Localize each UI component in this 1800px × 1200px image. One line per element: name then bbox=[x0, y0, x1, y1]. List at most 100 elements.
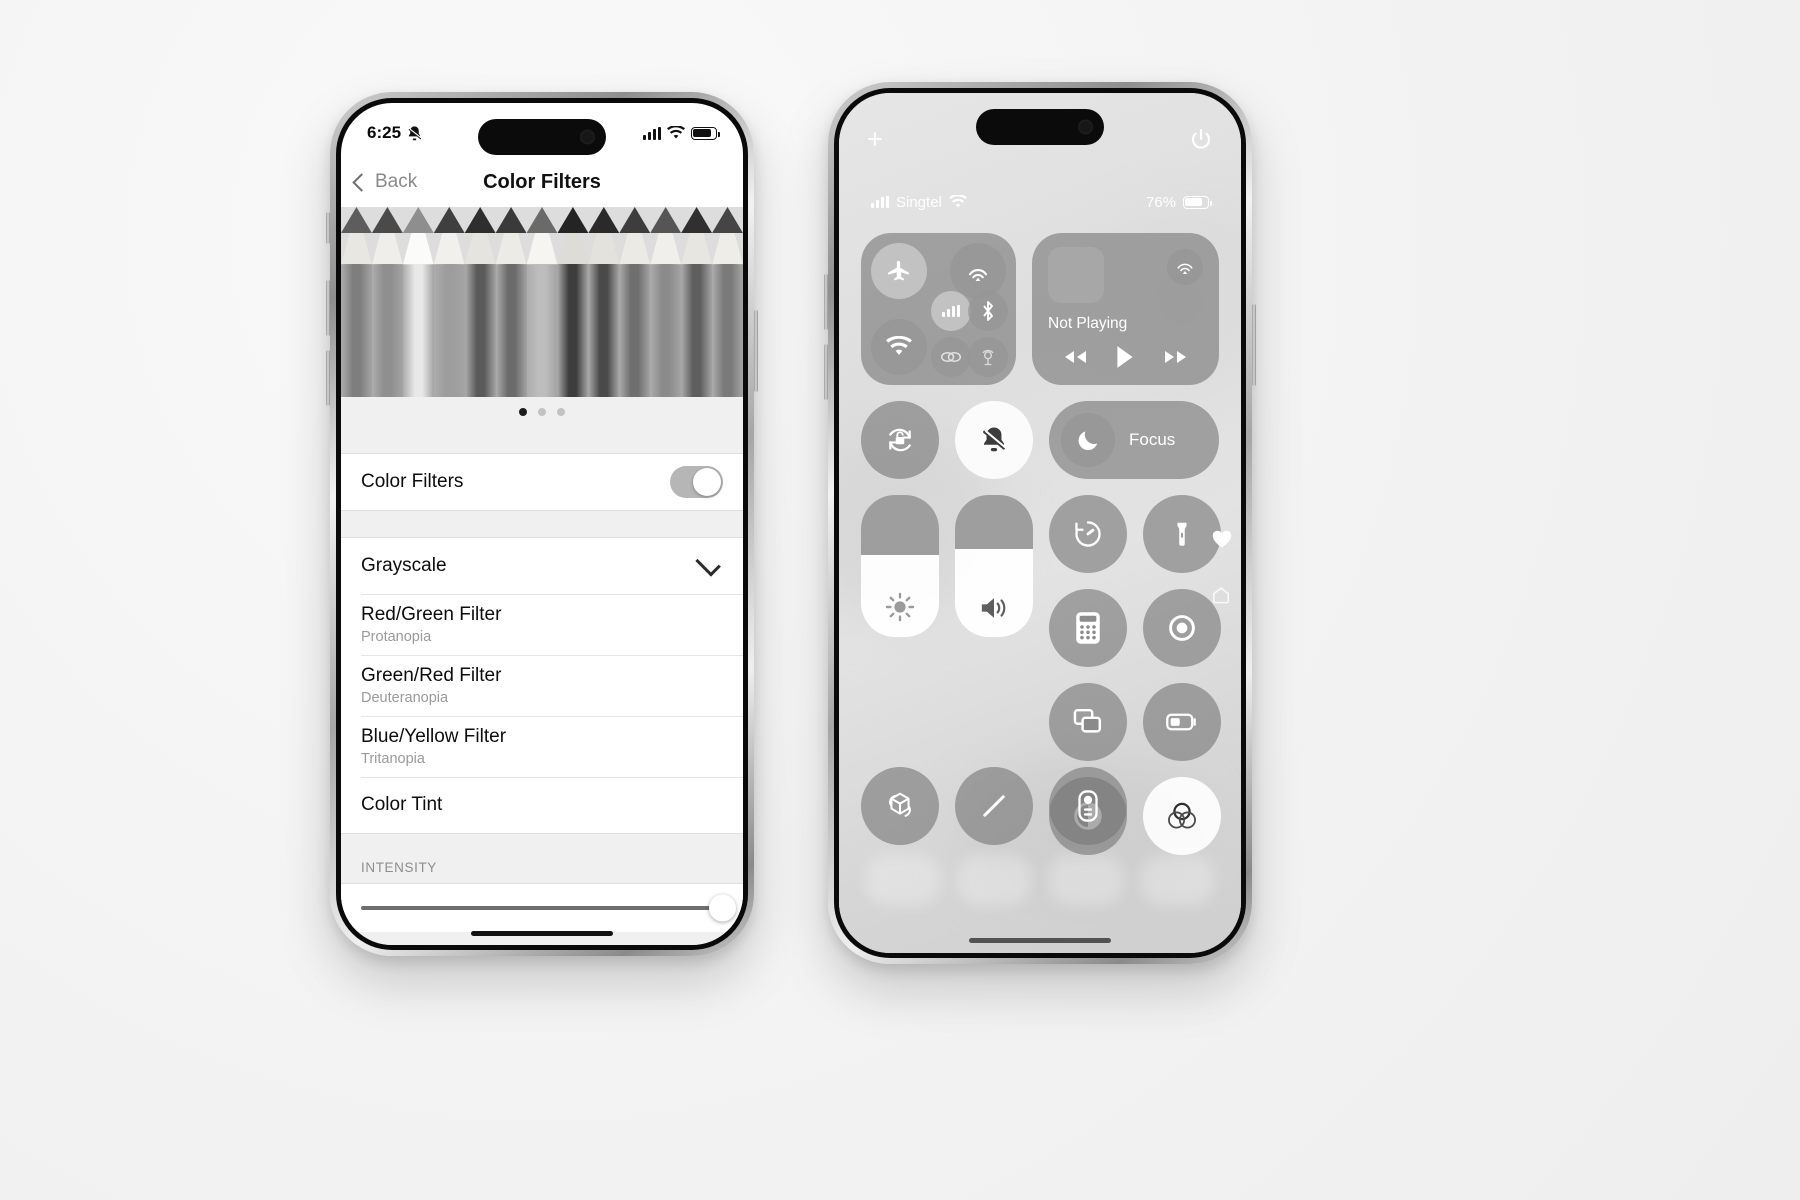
home-indicator[interactable] bbox=[471, 931, 613, 936]
status-left: 6:25 bbox=[367, 123, 423, 143]
pencil-graphic bbox=[495, 207, 527, 397]
pencil-graphic bbox=[557, 207, 589, 397]
checkmark-icon bbox=[695, 551, 721, 577]
color-filters-switch[interactable] bbox=[670, 466, 723, 498]
tile-grid bbox=[1049, 495, 1221, 855]
silent-switch[interactable] bbox=[326, 212, 330, 244]
airplay-icon[interactable] bbox=[1167, 249, 1203, 285]
preview-page-dots[interactable] bbox=[341, 397, 743, 428]
filter-title: Grayscale bbox=[361, 555, 447, 576]
fast-forward-icon[interactable] bbox=[1162, 347, 1190, 367]
brightness-slider[interactable] bbox=[861, 495, 939, 637]
volume-up-button[interactable] bbox=[824, 274, 828, 330]
front-camera-icon bbox=[1078, 119, 1093, 135]
home-icon[interactable] bbox=[1211, 585, 1231, 605]
apple-tv-remote-button[interactable] bbox=[1049, 767, 1127, 845]
blur-pill bbox=[1048, 855, 1124, 905]
screen-mirroring-button[interactable] bbox=[1049, 683, 1127, 761]
page-dot[interactable] bbox=[557, 408, 565, 416]
pencil-lead bbox=[341, 207, 372, 233]
blur-pill bbox=[956, 855, 1032, 905]
pencil-lead bbox=[588, 207, 620, 233]
pencil-graphic bbox=[402, 207, 434, 397]
option-text: Color Tint bbox=[361, 784, 442, 826]
rewind-icon[interactable] bbox=[1061, 347, 1089, 367]
power-button[interactable] bbox=[1252, 304, 1256, 386]
battery-icon bbox=[1183, 195, 1212, 209]
intensity-slider-knob[interactable] bbox=[709, 894, 736, 922]
row-color-filters-toggle[interactable]: Color Filters bbox=[341, 454, 743, 510]
media-controls bbox=[1048, 345, 1203, 369]
back-button[interactable]: Back bbox=[352, 171, 418, 193]
wifi-button[interactable] bbox=[871, 319, 927, 375]
volume-up-button[interactable] bbox=[326, 280, 330, 336]
flashlight-button[interactable] bbox=[1143, 495, 1221, 573]
switch-knob bbox=[693, 468, 721, 496]
moon-icon bbox=[1061, 413, 1115, 467]
play-icon[interactable] bbox=[1114, 345, 1136, 369]
status-time: 6:25 bbox=[367, 123, 402, 142]
page-dot[interactable] bbox=[538, 408, 546, 416]
filter-preview-image[interactable] bbox=[341, 207, 743, 397]
page-dot[interactable] bbox=[519, 408, 527, 416]
pencil-lead bbox=[681, 207, 713, 233]
volume-slider[interactable] bbox=[955, 495, 1033, 637]
rotation-lock-button[interactable] bbox=[861, 401, 939, 479]
intensity-slider-track[interactable] bbox=[361, 894, 736, 922]
timer-button[interactable] bbox=[1049, 495, 1127, 573]
pencil-lead bbox=[402, 207, 434, 233]
low-power-mode-button[interactable] bbox=[1143, 683, 1221, 761]
pencil-graphic bbox=[712, 207, 743, 397]
heart-icon[interactable] bbox=[1211, 529, 1233, 549]
status-right bbox=[643, 126, 720, 140]
focus-button[interactable]: Focus bbox=[1049, 401, 1219, 479]
calculator-button[interactable] bbox=[1049, 589, 1127, 667]
filter-option-color-tint[interactable]: Color Tint bbox=[341, 777, 743, 833]
control-center-grid: Not Playing Focus bbox=[861, 233, 1232, 855]
chatgpt-button[interactable] bbox=[861, 767, 939, 845]
airdrop-button[interactable] bbox=[950, 243, 1006, 299]
airplane-mode-button[interactable] bbox=[871, 243, 927, 299]
pencil-body bbox=[619, 264, 651, 397]
filter-option-green-red[interactable]: Green/Red Filter Deuteranopia bbox=[341, 655, 743, 716]
filter-subtitle: Tritanopia bbox=[361, 751, 425, 767]
color-filters-button[interactable] bbox=[1143, 777, 1221, 855]
connectivity-tile[interactable] bbox=[861, 233, 1016, 385]
bluetooth-button[interactable] bbox=[968, 291, 1008, 331]
battery-icon bbox=[691, 126, 720, 140]
filter-option-red-green[interactable]: Red/Green Filter Protanopia bbox=[341, 594, 743, 655]
cellular-bars-icon bbox=[871, 196, 889, 208]
intensity-slider-row[interactable] bbox=[341, 883, 743, 932]
pencil-lead bbox=[650, 207, 682, 233]
power-button[interactable] bbox=[754, 310, 758, 392]
carrier-label: Singtel bbox=[896, 193, 942, 211]
power-icon[interactable] bbox=[1189, 127, 1213, 151]
battery-percent-label: 76% bbox=[1145, 193, 1176, 211]
volume-down-button[interactable] bbox=[824, 344, 828, 400]
vpn-button[interactable] bbox=[931, 337, 971, 377]
camera-button[interactable] bbox=[1143, 589, 1221, 667]
media-playback-tile[interactable]: Not Playing bbox=[1032, 233, 1219, 385]
list-spacer bbox=[341, 427, 743, 453]
pencil-body bbox=[557, 264, 589, 397]
pencil-graphic bbox=[619, 207, 651, 397]
pencil-graphic bbox=[681, 207, 713, 397]
pencil-lead bbox=[464, 207, 496, 233]
plus-icon[interactable]: + bbox=[867, 125, 883, 153]
pencil-body bbox=[681, 264, 713, 397]
home-indicator[interactable] bbox=[969, 938, 1111, 943]
control-center-status-bar: Singtel 76% bbox=[839, 189, 1241, 215]
pencil-graphic bbox=[650, 207, 682, 397]
silent-mode-button[interactable] bbox=[955, 401, 1033, 479]
pencil-lead bbox=[526, 207, 558, 233]
cellular-data-button[interactable] bbox=[931, 291, 971, 331]
navigation-bar: Color Filters Back bbox=[341, 157, 743, 207]
volume-down-button[interactable] bbox=[326, 350, 330, 406]
filter-option-blue-yellow[interactable]: Blue/Yellow Filter Tritanopia bbox=[341, 716, 743, 777]
personal-hotspot-button[interactable] bbox=[968, 337, 1008, 377]
pencil-body bbox=[588, 264, 620, 397]
back-label: Back bbox=[375, 171, 418, 192]
markup-pencil-button[interactable] bbox=[955, 767, 1033, 845]
filter-option-grayscale[interactable]: Grayscale bbox=[341, 538, 743, 594]
list-spacer bbox=[341, 511, 743, 537]
